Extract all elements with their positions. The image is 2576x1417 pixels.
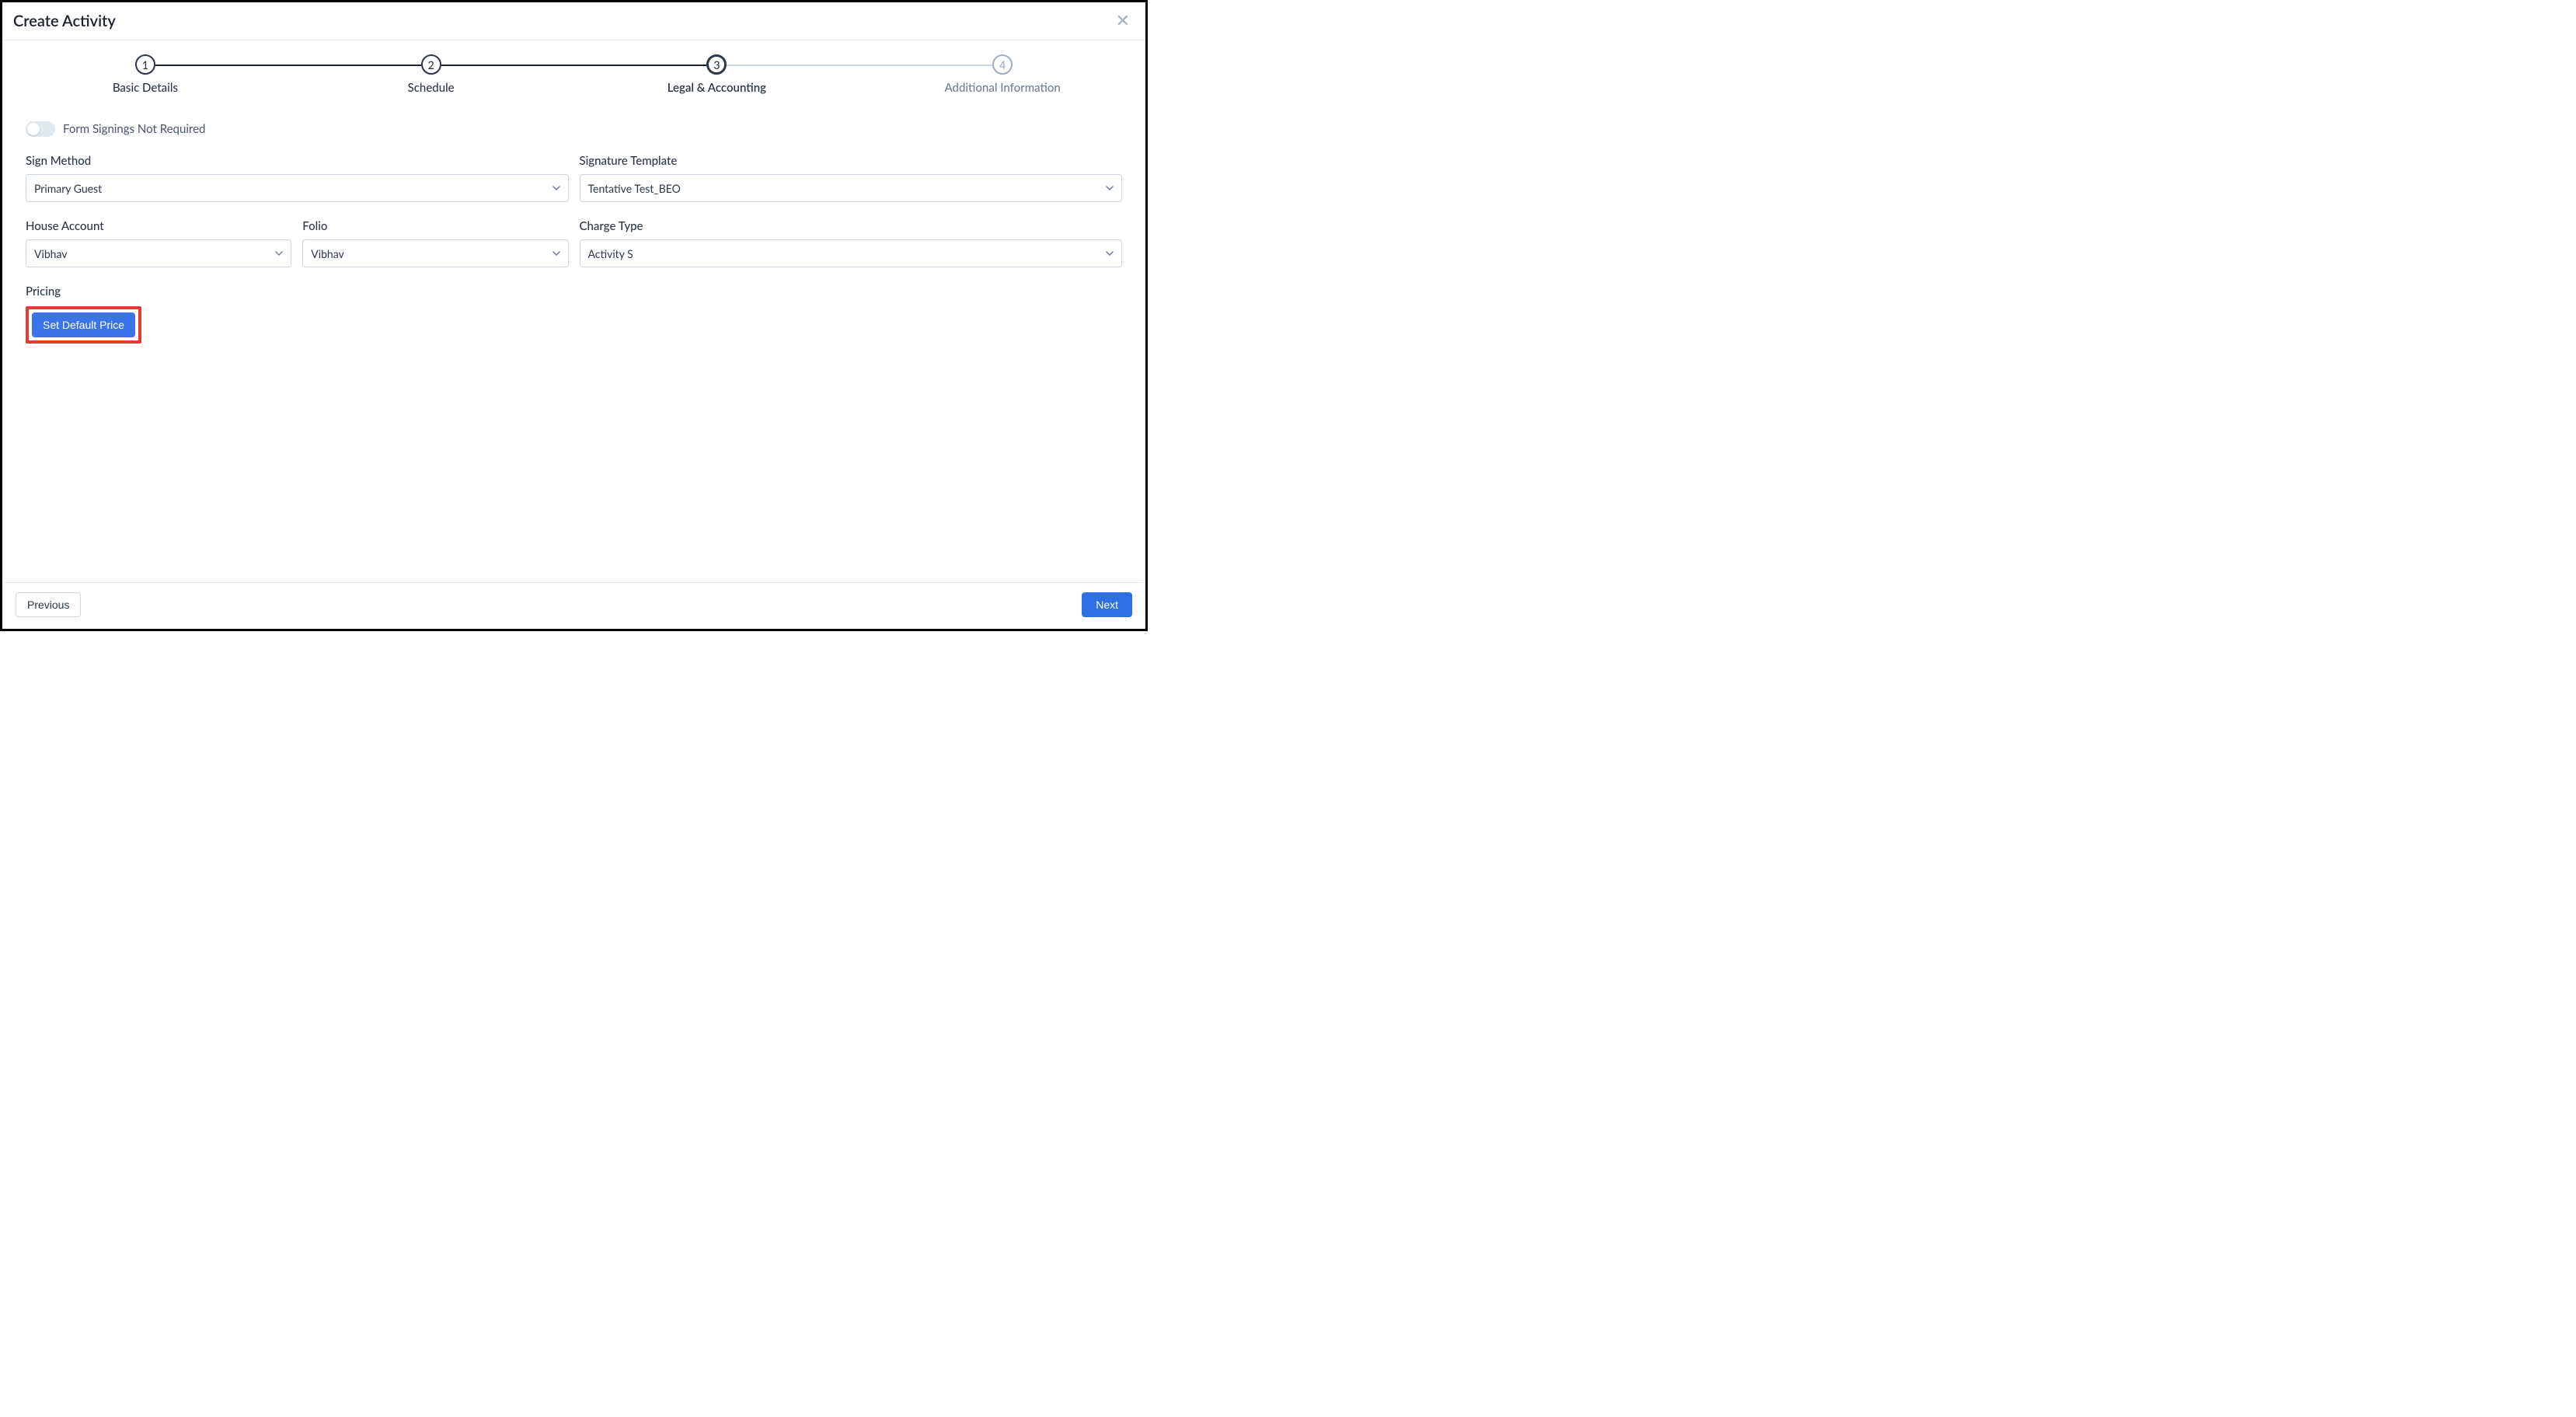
folio-group: Folio Vibhav — [302, 219, 568, 267]
chevron-down-icon — [552, 186, 560, 190]
step-number: 1 — [135, 54, 155, 75]
signature-template-select[interactable]: Tentative Test_BEO — [580, 174, 1123, 202]
step-basic-details[interactable]: 1 Basic Details — [2, 54, 288, 95]
next-button[interactable]: Next — [1082, 592, 1132, 617]
step-connector — [155, 65, 421, 66]
step-legal-accounting[interactable]: 3 Legal & Accounting — [574, 54, 860, 95]
step-number: 3 — [706, 54, 727, 75]
house-account-value: Vibhav — [34, 247, 68, 260]
modal-header: Create Activity ✕ — [2, 2, 1145, 40]
step-label: Basic Details — [2, 81, 288, 95]
folio-label: Folio — [302, 219, 568, 233]
step-label: Additional Information — [859, 81, 1145, 95]
charge-type-value: Activity S — [588, 247, 633, 260]
chevron-down-icon — [552, 251, 560, 256]
step-label: Schedule — [288, 81, 574, 95]
signature-template-label: Signature Template — [580, 154, 1123, 168]
pricing-label: Pricing — [26, 284, 1122, 298]
signature-template-value: Tentative Test_BEO — [588, 182, 681, 195]
chevron-down-icon — [275, 251, 283, 256]
folio-select[interactable]: Vibhav — [302, 239, 568, 267]
set-default-price-button[interactable]: Set Default Price — [32, 312, 135, 337]
stepper: 1 Basic Details 2 Schedule 3 Legal & Acc… — [2, 40, 1145, 103]
chevron-down-icon — [1106, 251, 1114, 256]
sign-method-label: Sign Method — [26, 154, 569, 168]
close-button[interactable]: ✕ — [1111, 12, 1135, 30]
charge-type-label: Charge Type — [580, 219, 1123, 233]
signature-template-group: Signature Template Tentative Test_BEO — [580, 154, 1123, 202]
highlight-annotation: Set Default Price — [26, 306, 141, 344]
form-body: Form Signings Not Required Sign Method P… — [2, 103, 1145, 344]
sign-method-group: Sign Method Primary Guest — [26, 154, 569, 202]
step-schedule[interactable]: 2 Schedule — [288, 54, 574, 95]
step-number: 4 — [992, 54, 1013, 75]
sign-method-select[interactable]: Primary Guest — [26, 174, 569, 202]
house-account-select[interactable]: Vibhav — [26, 239, 291, 267]
step-additional-info[interactable]: 4 Additional Information — [859, 54, 1145, 95]
form-signings-toggle[interactable] — [26, 121, 55, 137]
pricing-section: Pricing Set Default Price — [26, 284, 1122, 344]
modal-footer: Previous Next — [5, 582, 1143, 626]
chevron-down-icon — [1106, 186, 1114, 190]
form-signings-toggle-row: Form Signings Not Required — [26, 121, 1122, 137]
folio-value: Vibhav — [311, 247, 344, 260]
sign-method-value: Primary Guest — [34, 182, 102, 195]
modal-title: Create Activity — [13, 12, 116, 30]
house-account-label: House Account — [26, 219, 291, 233]
step-label: Legal & Accounting — [574, 81, 860, 95]
toggle-knob — [27, 123, 40, 135]
step-connector — [727, 65, 992, 66]
step-number: 2 — [421, 54, 441, 75]
close-icon: ✕ — [1116, 11, 1130, 30]
step-connector — [441, 65, 707, 66]
form-signings-label: Form Signings Not Required — [63, 122, 205, 136]
house-account-group: House Account Vibhav — [26, 219, 291, 267]
charge-type-select[interactable]: Activity S — [580, 239, 1123, 267]
charge-type-group: Charge Type Activity S — [580, 219, 1123, 267]
previous-button[interactable]: Previous — [16, 592, 81, 617]
